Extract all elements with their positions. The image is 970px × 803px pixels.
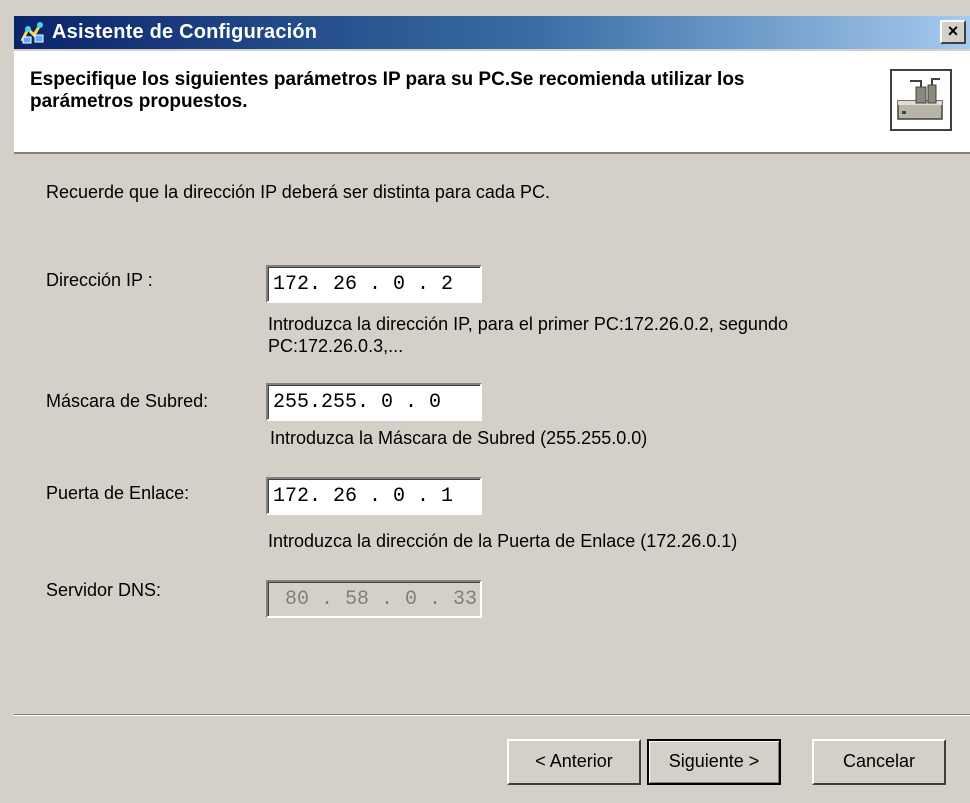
- gateway-hint: Introduzca la dirección de la Puerta de …: [268, 531, 738, 551]
- footer-separator: [14, 714, 970, 716]
- wizard-app-icon: [20, 21, 46, 45]
- dns-server-label: Servidor DNS:: [46, 580, 162, 600]
- ip-address-hint: Introduzca la dirección IP, para el prim…: [268, 314, 788, 356]
- header-instructions: Especifique los siguientes parámetros IP…: [30, 69, 745, 112]
- gateway-value: 172. 26 . 0 . 1: [268, 479, 480, 513]
- dns-server-input: 80 . 58 . 0 . 33: [266, 580, 482, 618]
- close-icon: ×: [947, 21, 959, 41]
- gateway-label: Puerta de Enlace:: [46, 483, 190, 503]
- next-button[interactable]: Siguiente >: [647, 739, 781, 785]
- window-title: Asistente de Configuración: [52, 21, 318, 43]
- subnet-mask-value: 255.255. 0 . 0: [268, 385, 480, 419]
- subnet-mask-input[interactable]: 255.255. 0 . 0: [266, 383, 482, 421]
- ip-address-label: Dirección IP :: [46, 270, 153, 290]
- ip-address-input[interactable]: 172. 26 . 0 . 2: [266, 265, 482, 303]
- subnet-mask-label: Máscara de Subred:: [46, 391, 209, 411]
- ip-uniqueness-note: Recuerde que la dirección IP deberá ser …: [46, 182, 550, 202]
- gateway-input[interactable]: 172. 26 . 0 . 1: [266, 477, 482, 515]
- wizard-header: Especifique los siguientes parámetros IP…: [14, 51, 970, 154]
- close-button[interactable]: ×: [940, 20, 966, 44]
- setup-wizard-window: Asistente de Configuración × Especifique…: [0, 0, 970, 803]
- back-button[interactable]: < Anterior: [507, 739, 641, 785]
- title-bar[interactable]: Asistente de Configuración ×: [14, 16, 970, 49]
- network-device-icon: [890, 69, 952, 131]
- dns-server-value: 80 . 58 . 0 . 33: [268, 582, 480, 616]
- ip-address-value: 172. 26 . 0 . 2: [268, 267, 480, 301]
- cancel-button[interactable]: Cancelar: [812, 739, 946, 785]
- subnet-mask-hint: Introduzca la Máscara de Subred (255.255…: [270, 428, 648, 448]
